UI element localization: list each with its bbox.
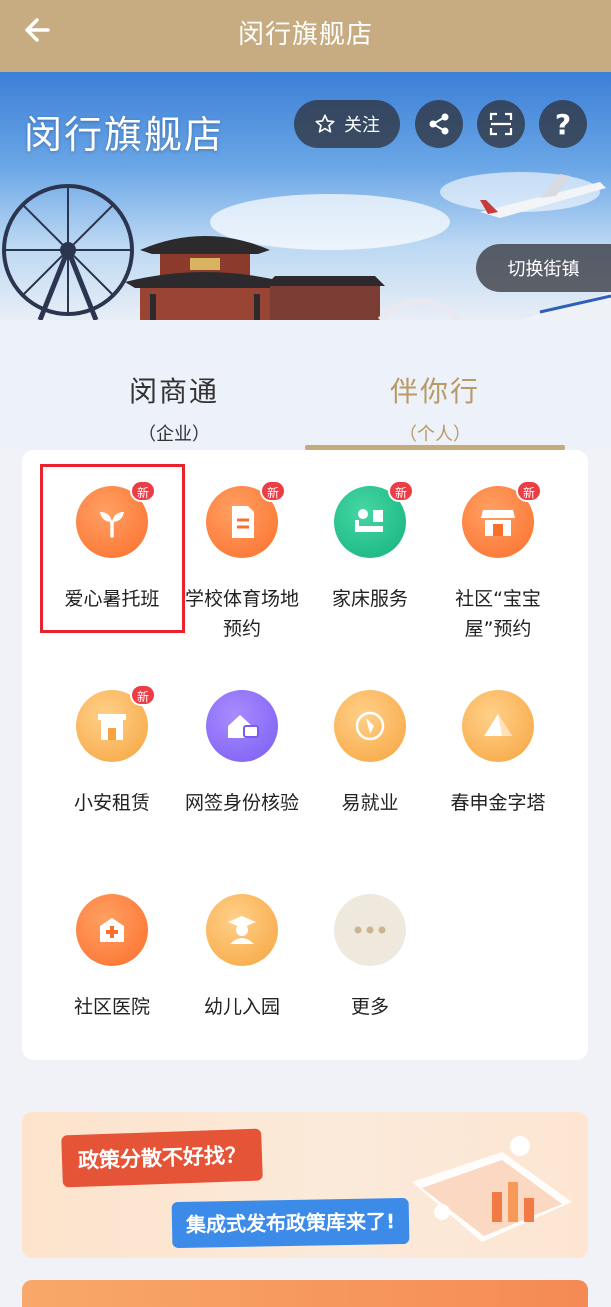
document-icon: 新 [206, 480, 286, 558]
home-id-icon [206, 690, 278, 762]
hero-banner: 闵行旗舰店 关注 ? 切换街镇 [0, 72, 611, 320]
tab-personal[interactable]: 伴你行 （个人） [305, 370, 565, 446]
policy-book-illustration [412, 1136, 572, 1242]
service-item-more[interactable]: 更多 [305, 894, 435, 1022]
new-badge: 新 [516, 480, 542, 502]
service-item-home-bed[interactable]: 新 家床服务 [305, 480, 435, 614]
page-title: 闵行旗舰店 [237, 20, 373, 50]
service-label: 家床服务 [331, 588, 408, 610]
help-button[interactable]: ? [539, 100, 587, 148]
new-badge: 新 [260, 480, 286, 502]
service-label: 网签身份核验 [184, 792, 299, 814]
new-badge: 新 [130, 684, 156, 706]
follow-button[interactable]: 关注 [294, 100, 400, 148]
selection-highlight [40, 464, 185, 633]
house-icon: 新 [76, 684, 156, 762]
policy-banner[interactable]: 政策分散不好找？ 集成式发布政策库来了! [22, 1112, 588, 1258]
more-icon [334, 894, 406, 966]
tab-personal-label: 伴你行 [389, 375, 480, 408]
hospital-icon [76, 894, 148, 966]
scan-button[interactable] [477, 100, 525, 148]
service-item-rental[interactable]: 新 小安租赁 [47, 684, 177, 818]
share-button[interactable] [415, 100, 463, 148]
star-icon [315, 114, 335, 133]
service-label: 更多 [350, 996, 389, 1018]
tab-personal-sub: （个人） [399, 424, 471, 445]
tab-enterprise-sub: （企业） [138, 424, 210, 445]
new-badge: 新 [388, 480, 414, 502]
ferris-wheel-icon [2, 184, 134, 320]
service-label: 社区“宝宝屋”预约 [455, 588, 541, 640]
top-bar: 闵行旗舰店 [0, 0, 611, 72]
service-label: 春申金字塔 [450, 792, 546, 814]
service-label: 幼儿入园 [203, 996, 280, 1018]
policy-bubble-answer: 集成式发布政策库来了! [171, 1197, 410, 1249]
service-item-hospital[interactable]: 社区医院 [47, 894, 177, 1022]
help-icon: ? [554, 107, 572, 141]
follow-label: 关注 [344, 115, 380, 136]
pen-icon [334, 690, 406, 762]
store-icon: 新 [462, 480, 542, 558]
bed-care-icon: 新 [334, 480, 414, 558]
tab-bar: 闵商通 （企业） 伴你行 （个人） [0, 320, 611, 450]
service-item-kindergarten[interactable]: 幼儿入园 [177, 894, 307, 1022]
second-banner[interactable] [22, 1280, 588, 1307]
switch-town-button[interactable]: 切换街镇 [476, 244, 611, 292]
service-item-school-venue[interactable]: 新 学校体育场地预约 [177, 480, 307, 644]
tab-enterprise-label: 闵商通 [128, 375, 219, 408]
service-label: 小安租赁 [73, 792, 150, 814]
service-item-employment[interactable]: 易就业 [305, 690, 435, 818]
graduate-icon [206, 894, 278, 966]
service-item-id-verify[interactable]: 网签身份核验 [177, 690, 307, 818]
policy-bubble-question: 政策分散不好找？ [61, 1128, 263, 1188]
pyramid-icon [462, 690, 534, 762]
service-label: 学校体育场地预约 [184, 588, 299, 640]
service-item-baby-house[interactable]: 新 社区“宝宝屋”预约 [433, 480, 563, 644]
service-item-pyramid[interactable]: 春申金字塔 [433, 690, 563, 818]
hero-title: 闵行旗舰店 [24, 113, 225, 157]
share-icon [429, 113, 449, 135]
scan-icon [489, 112, 513, 136]
tab-enterprise[interactable]: 闵商通 （企业） [44, 370, 304, 446]
service-label: 易就业 [341, 792, 399, 814]
service-label: 社区医院 [73, 996, 150, 1018]
